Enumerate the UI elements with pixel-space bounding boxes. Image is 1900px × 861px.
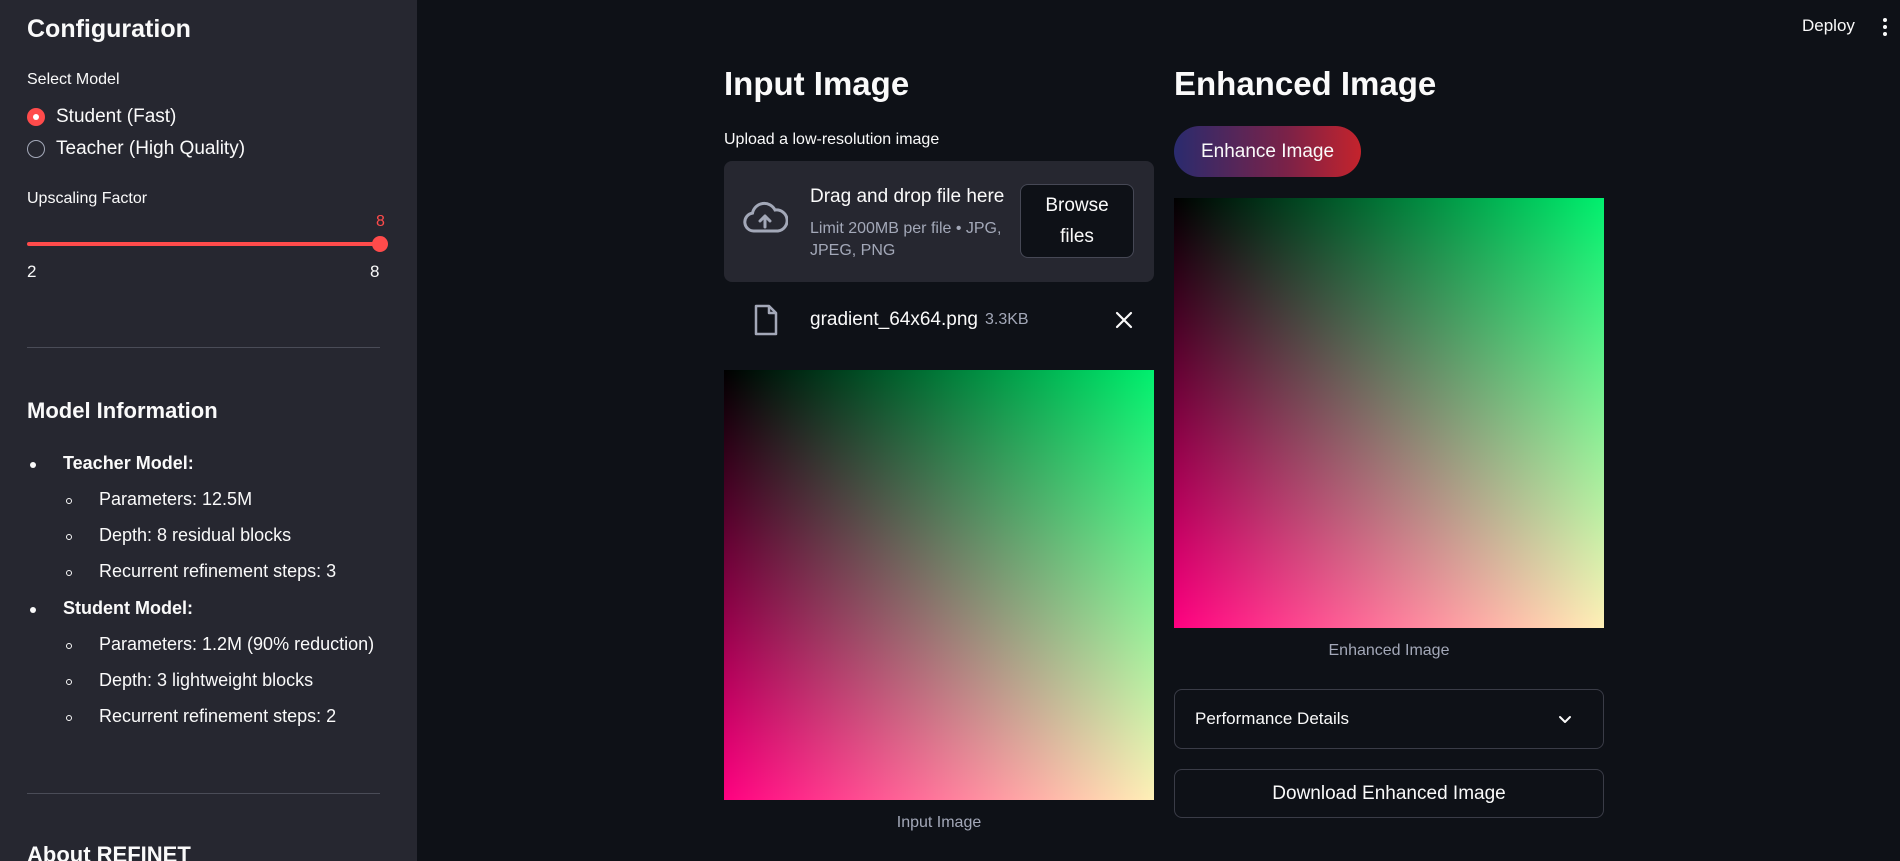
dropzone-limits: Limit 200MB per file • JPG, JPEG, PNG: [810, 220, 1002, 259]
list-item: Recurrent refinement steps: 3: [27, 561, 336, 582]
list-item: Student Model:: [27, 598, 193, 619]
radio-teacher-label: Teacher (High Quality): [56, 138, 246, 159]
about-title: About REFINET: [27, 842, 191, 861]
student-item: Recurrent refinement steps: 2: [99, 706, 337, 726]
dropzone-title: Drag and drop file here: [810, 186, 1005, 207]
bullet-icon: [66, 498, 72, 504]
student-item: Depth: 3 lightweight blocks: [99, 670, 314, 690]
student-item: Parameters: 1.2M (90% reduction): [99, 634, 375, 654]
list-item: Teacher Model:: [27, 453, 194, 474]
teacher-item: Depth: 8 residual blocks: [99, 525, 292, 545]
browse-files-button[interactable]: Browse files: [1020, 184, 1134, 258]
upscaling-factor-label: Upscaling Factor: [27, 190, 148, 207]
slider-min: 2: [27, 262, 37, 281]
teacher-heading: Teacher Model:: [63, 453, 194, 473]
enhance-image-button[interactable]: Enhance Image: [1174, 126, 1361, 177]
upload-label: Upload a low-resolution image: [724, 131, 940, 148]
bullet-icon: [30, 462, 36, 468]
download-button[interactable]: Download Enhanced Image: [1174, 769, 1604, 818]
file-dropzone[interactable]: Drag and drop file here Limit 200MB per …: [724, 161, 1154, 282]
list-item: Depth: 8 residual blocks: [27, 525, 291, 546]
divider: [27, 347, 380, 348]
radio-teacher[interactable]: Teacher (High Quality): [27, 138, 245, 160]
teacher-item: Recurrent refinement steps: 3: [99, 561, 337, 581]
uploaded-file-row: gradient_64x64.png 3.3KB: [724, 300, 1154, 342]
enhanced-image: [1174, 198, 1604, 628]
list-item: Parameters: 1.2M (90% reduction): [27, 634, 374, 655]
radio-selected-icon[interactable]: [27, 108, 45, 126]
list-item: Parameters: 12.5M: [27, 489, 252, 510]
slider-track[interactable]: [27, 242, 380, 246]
bullet-icon: [66, 679, 72, 685]
sidebar-title: Configuration: [27, 15, 191, 43]
enhanced-caption: Enhanced Image: [1328, 642, 1450, 659]
enhanced-title: Enhanced Image: [1174, 65, 1437, 102]
bullet-icon: [66, 570, 72, 576]
slider-value: 8: [376, 213, 385, 230]
input-title: Input Image: [724, 65, 910, 102]
cloud-upload-icon: [743, 201, 788, 233]
bullet-icon: [66, 715, 72, 721]
file-size: 3.3KB: [985, 311, 1029, 328]
input-image: [724, 370, 1154, 800]
file-name: gradient_64x64.png: [810, 309, 978, 330]
select-model-label: Select Model: [27, 71, 120, 88]
list-item: Recurrent refinement steps: 2: [27, 706, 336, 727]
sidebar: Configuration Select Model Student (Fast…: [0, 0, 417, 861]
slider-max: 8: [370, 262, 380, 281]
bullet-icon: [66, 643, 72, 649]
slider-thumb[interactable]: [372, 236, 388, 252]
performance-details-label: Performance Details: [1195, 709, 1350, 728]
chevron-down-icon: [1559, 716, 1571, 723]
radio-student-label: Student (Fast): [56, 106, 177, 127]
bullet-icon: [66, 534, 72, 540]
radio-student[interactable]: Student (Fast): [27, 106, 176, 128]
radio-unselected-icon[interactable]: [27, 140, 45, 158]
student-heading: Student Model:: [63, 598, 193, 618]
input-caption: Input Image: [896, 814, 982, 831]
list-item: Depth: 3 lightweight blocks: [27, 670, 313, 691]
performance-details-expander[interactable]: Performance Details: [1174, 689, 1604, 749]
deploy-button[interactable]: Deploy: [1802, 16, 1855, 36]
more-menu-icon[interactable]: [1883, 18, 1887, 38]
bullet-icon: [30, 607, 36, 613]
model-info-title: Model Information: [27, 398, 218, 423]
teacher-item: Parameters: 12.5M: [99, 489, 253, 509]
close-icon[interactable]: [1112, 308, 1136, 332]
divider: [27, 793, 380, 794]
file-icon: [754, 304, 778, 336]
